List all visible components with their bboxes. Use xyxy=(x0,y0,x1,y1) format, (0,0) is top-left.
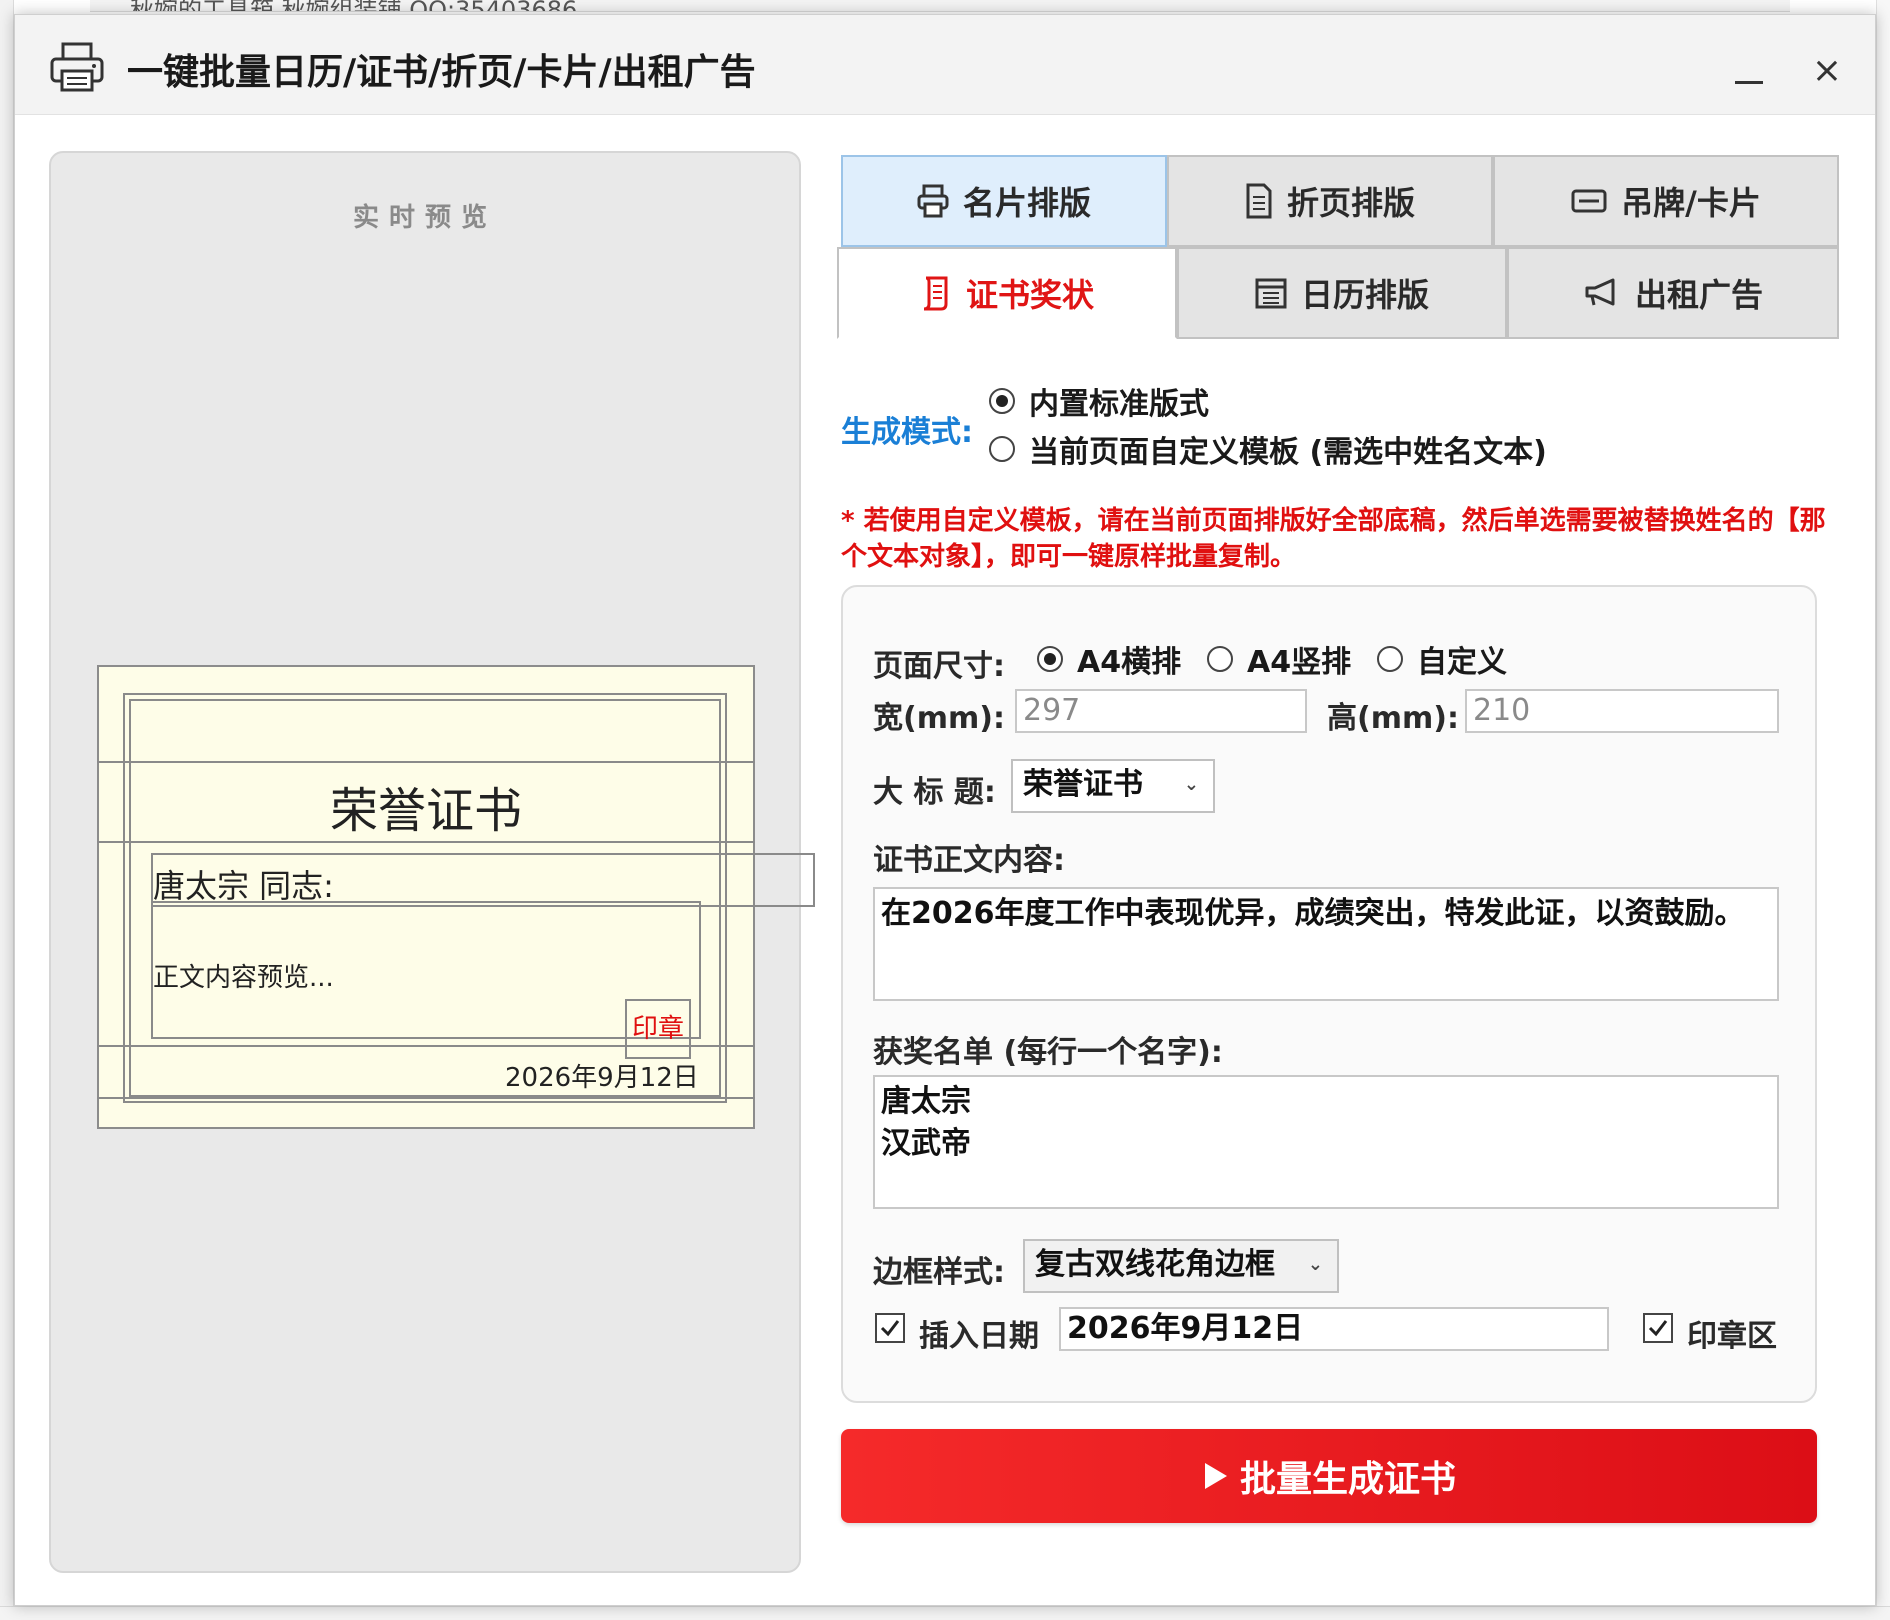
printer-icon xyxy=(49,41,105,93)
chevron-down-icon: ⌄ xyxy=(1183,774,1199,795)
play-icon xyxy=(1204,1463,1227,1489)
guide-line-top xyxy=(97,761,755,763)
megaphone-icon xyxy=(1585,278,1615,306)
certificate-date: 2026年9月12日 xyxy=(505,1063,699,1093)
live-preview-panel: 实时预览 荣誉证书 唐太宗 同志: 正文内容预览... 印章 2026年9月12… xyxy=(49,151,815,1573)
close-button[interactable]: × xyxy=(1805,49,1849,93)
certificate-preview: 荣誉证书 唐太宗 同志: 正文内容预览... 印章 2026年9月12日 xyxy=(97,665,815,1129)
background-window-title: 秋婉的工具箱 秋婉组装铺 QQ:35403686 xyxy=(130,0,577,11)
border-style-value: 复古双线花角边框 xyxy=(1035,1247,1275,1282)
main-title-select[interactable]: 荣誉证书 ⌄ xyxy=(1011,759,1215,813)
preview-title: 实时预览 xyxy=(352,203,497,233)
page-size-a4-portrait[interactable]: A4竖排 xyxy=(1207,637,1351,681)
main-title-label: 大 标 题: xyxy=(873,775,996,810)
award-name-line: 唐太宗 xyxy=(881,1084,971,1119)
radio-unselected[interactable] xyxy=(1207,646,1233,672)
mode-option-builtin[interactable]: 内置标准版式 xyxy=(989,379,1209,423)
certificate-title: 荣誉证书 xyxy=(329,783,522,839)
background-window-bottom-edge xyxy=(0,1606,1890,1620)
page-size-option-label: A4横排 xyxy=(1077,645,1182,680)
background-window-top-edge: 秋婉的工具箱 秋婉组装铺 QQ:35403686 xyxy=(90,0,1790,12)
height-label: 高(mm): xyxy=(1327,701,1459,736)
award-list-textarea[interactable]: 唐太宗 汉武帝 xyxy=(873,1075,1779,1209)
page-size-option-label: A4竖排 xyxy=(1247,645,1352,680)
body-content-textarea[interactable]: 在2026年度工作中表现优异，成绩突出，特发此证，以资鼓励。 xyxy=(873,887,1779,1001)
tag-card-icon xyxy=(1571,189,1607,213)
award-name-line: 汉武帝 xyxy=(881,1126,971,1161)
certificate-body-preview: 正文内容预览... xyxy=(153,963,334,993)
tab-business-card[interactable]: 名片排版 xyxy=(841,155,1167,247)
background-window-left-edge xyxy=(0,0,14,1620)
height-input[interactable]: 210 xyxy=(1465,689,1779,733)
radio-selected[interactable] xyxy=(1037,646,1063,672)
width-label: 宽(mm): xyxy=(873,701,1005,736)
title-bar[interactable]: 一键批量日历/证书/折页/卡片/出租广告 × xyxy=(15,15,1875,115)
card-icon xyxy=(917,184,949,218)
page-size-a4-landscape[interactable]: A4横排 xyxy=(1037,637,1181,681)
window-title: 一键批量日历/证书/折页/卡片/出租广告 xyxy=(127,52,756,93)
certificate-icon xyxy=(923,276,948,311)
border-style-select[interactable]: 复古双线花角边框 ⌄ xyxy=(1023,1239,1339,1293)
calendar-icon xyxy=(1255,278,1287,309)
tab-label: 证书奖状 xyxy=(965,276,1094,314)
mode-option-label: 内置标准版式 xyxy=(1029,387,1209,422)
tab-rental-ad[interactable]: 出租广告 xyxy=(1507,247,1839,339)
document-icon xyxy=(1246,183,1272,219)
seal-placeholder: 印章 xyxy=(625,999,691,1059)
seal-area-label: 印章区 xyxy=(1687,1319,1777,1354)
page-size-option-label: 自定义 xyxy=(1417,645,1507,680)
width-input[interactable]: 297 xyxy=(1015,689,1307,733)
generation-mode-label: 生成模式: xyxy=(841,415,973,450)
insert-date-label: 插入日期 xyxy=(919,1319,1039,1354)
tab-label: 名片排版 xyxy=(962,184,1091,222)
page-size-label: 页面尺寸: xyxy=(873,649,1005,684)
tab-brochure[interactable]: 折页排版 xyxy=(1167,155,1493,247)
mode-option-label: 当前页面自定义模板 (需选中姓名文本) xyxy=(1029,435,1547,470)
tab-certificate[interactable]: 证书奖状 xyxy=(837,247,1177,339)
page-size-custom[interactable]: 自定义 xyxy=(1377,637,1507,681)
chevron-down-icon: ⌄ xyxy=(1307,1254,1323,1275)
batch-layout-dialog: 一键批量日历/证书/折页/卡片/出租广告 × 实时预览 荣誉证书 唐太宗 同志:… xyxy=(14,14,1876,1606)
custom-template-note: * 若使用自定义模板，请在当前页面排版好全部底稿，然后单选需要被替换姓名的【那个… xyxy=(841,506,1826,572)
guide-line-footer xyxy=(97,1097,755,1099)
checkmark-icon xyxy=(1648,1320,1668,1337)
radio-unselected[interactable] xyxy=(1377,646,1403,672)
body-content-label: 证书正文内容: xyxy=(873,843,1065,878)
main-title-value: 荣誉证书 xyxy=(1023,767,1143,802)
tab-label: 日历排版 xyxy=(1300,276,1429,314)
mode-option-custom-template[interactable]: 当前页面自定义模板 (需选中姓名文本) xyxy=(989,427,1547,471)
checkmark-icon xyxy=(880,1320,900,1337)
minimize-button[interactable] xyxy=(1725,47,1771,93)
date-input[interactable]: 2026年9月12日 xyxy=(1059,1307,1609,1351)
tab-label: 吊牌/卡片 xyxy=(1621,184,1761,222)
award-list-label: 获奖名单 (每行一个名字): xyxy=(873,1035,1223,1070)
tab-label: 折页排版 xyxy=(1286,184,1415,222)
batch-generate-label: 批量生成证书 xyxy=(1239,1459,1456,1500)
tab-label: 出租广告 xyxy=(1634,276,1763,314)
seal-area-checkbox[interactable] xyxy=(1643,1313,1673,1343)
batch-generate-button[interactable]: 批量生成证书 xyxy=(841,1429,1817,1523)
insert-date-checkbox[interactable] xyxy=(875,1313,905,1343)
tab-tag-card[interactable]: 吊牌/卡片 xyxy=(1493,155,1839,247)
radio-unselected[interactable] xyxy=(989,436,1015,462)
border-style-label: 边框样式: xyxy=(873,1255,1005,1290)
guide-line-title xyxy=(97,841,755,843)
background-window-right-edge xyxy=(1876,0,1890,1620)
tab-calendar[interactable]: 日历排版 xyxy=(1177,247,1507,339)
certificate-name-line: 唐太宗 同志: xyxy=(153,867,334,905)
certificate-settings-panel: 页面尺寸: A4横排 A4竖排 自定义 宽(mm): 297 高(mm): 21… xyxy=(841,585,1817,1403)
radio-selected[interactable] xyxy=(989,388,1015,414)
